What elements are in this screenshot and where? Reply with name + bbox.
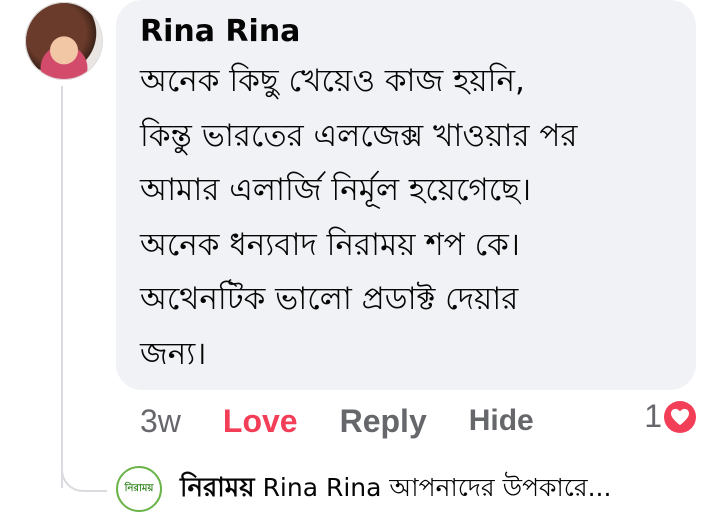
commenter-avatar[interactable] [25,2,103,80]
comment-actions: 3w Love Reply Hide [140,396,700,446]
comment-time[interactable]: 3w [140,403,181,440]
page-avatar[interactable]: নিরাময় [116,466,162,512]
reply-preview[interactable]: নিরাময় নিরাময় Rina Rina আপনাদের উপকারে… [116,465,716,513]
reply-button[interactable]: Reply [340,403,427,440]
love-button[interactable]: Love [223,403,298,440]
heart-icon [664,400,696,433]
comment-text: অনেক কিছু খেয়েও কাজ হয়নি, কিন্তু ভারতে… [140,63,578,372]
reaction-count: 1 [644,398,662,434]
reply-author[interactable]: নিরাময় [180,467,255,511]
comment-bubble: Rina Rina অনেক কিছু খেয়েও কাজ হয়নি, কি… [116,0,696,390]
reaction-summary[interactable]: 1 [644,398,696,435]
hide-button[interactable]: Hide [469,404,534,438]
thread-line [61,86,63,488]
thread-connector [61,458,107,492]
page-logo-text: নিরাময় [124,482,154,494]
comment-author[interactable]: Rina Rina [140,14,672,50]
reply-text: Rina Rina আপনাদের উপকারে... [262,472,612,502]
